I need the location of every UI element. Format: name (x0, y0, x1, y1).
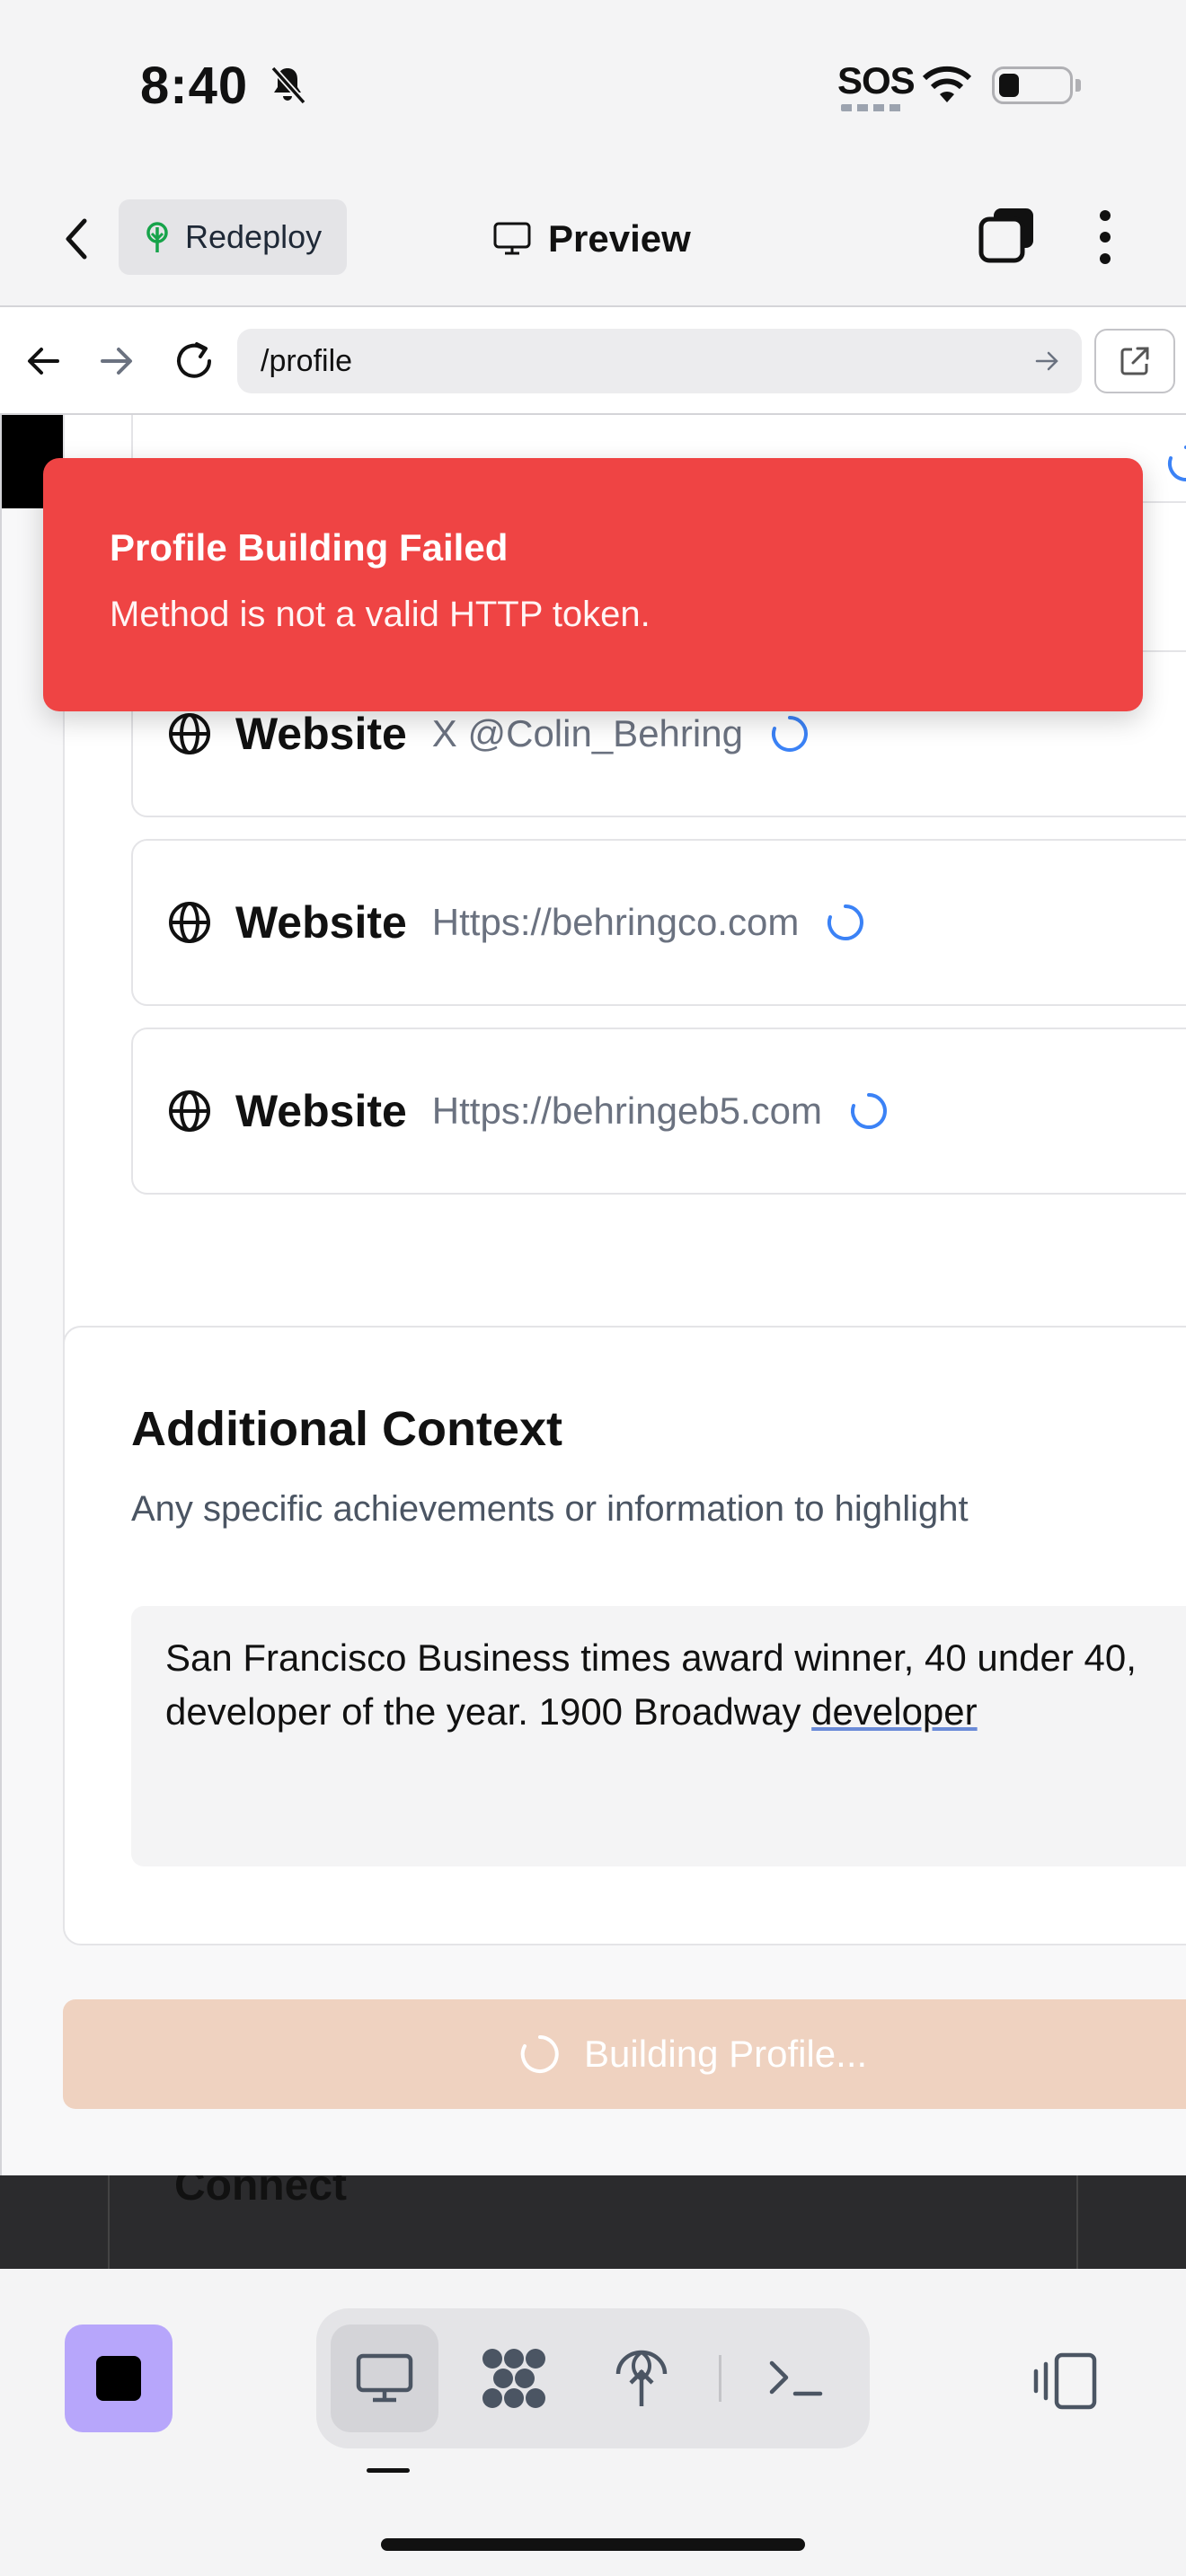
tabs-icon[interactable] (978, 205, 1037, 264)
terminal-icon (769, 2360, 823, 2396)
open-external-button[interactable] (1094, 329, 1175, 393)
home-indicator (381, 2538, 805, 2551)
battery-icon (992, 66, 1081, 104)
wifi-icon (922, 66, 972, 102)
segment-divider (719, 2355, 721, 2402)
error-toast[interactable]: Profile Building Failed Method is not a … (43, 458, 1143, 711)
deploy-view-button[interactable] (588, 2325, 695, 2432)
external-link-icon (1120, 347, 1149, 375)
status-time: 8:40 (140, 57, 249, 115)
website-value: X @Colin_Behring (431, 712, 743, 754)
kebab-menu-icon[interactable] (1084, 207, 1127, 268)
website-label: Website (235, 897, 407, 948)
url-text: /profile (261, 343, 353, 378)
spinner-icon (851, 1093, 887, 1129)
bottom-toolbar (0, 2269, 1186, 2576)
globe-icon (169, 902, 210, 943)
url-field[interactable]: /profile (237, 329, 1082, 393)
browser-forward-button[interactable] (90, 334, 144, 388)
tree-icon (146, 222, 168, 252)
website-row[interactable]: Website Https://behringco.com (131, 839, 1186, 1006)
redeploy-button[interactable]: Redeploy (119, 199, 347, 275)
website-value: Https://behringco.com (431, 901, 800, 943)
preview-view-button[interactable] (331, 2325, 438, 2432)
integrations-view-button[interactable] (460, 2325, 568, 2432)
deploy-icon (615, 2350, 668, 2406)
globe-icon (169, 1090, 210, 1132)
context-textarea[interactable]: San Francisco Business times award winne… (131, 1606, 1186, 1866)
panel-border (108, 2175, 110, 2269)
spinner-icon (1167, 446, 1186, 481)
spinner-icon (771, 716, 808, 752)
app-header: Redeploy Preview (0, 171, 1186, 305)
view-switcher (316, 2308, 870, 2448)
puzzle-icon (482, 2349, 545, 2408)
context-description: Any specific achievements or information… (131, 1489, 969, 1529)
preview-label: Preview (548, 217, 691, 260)
building-profile-button[interactable]: Building Profile... (63, 1999, 1186, 2109)
browser-back-button[interactable] (16, 334, 70, 388)
redeploy-label: Redeploy (185, 218, 323, 255)
spinner-icon (828, 904, 864, 940)
stop-button[interactable] (65, 2325, 173, 2432)
background-heading: Connect (174, 2175, 347, 2210)
context-text: San Francisco Business times award winne… (165, 1636, 1147, 1733)
layout-icon[interactable] (1031, 2351, 1100, 2411)
arrow-right-icon (101, 348, 132, 375)
back-button[interactable] (52, 212, 101, 266)
context-title: Additional Context (131, 1402, 562, 1456)
toast-title: Profile Building Failed (110, 526, 509, 569)
background-panel: Connect (0, 2175, 1186, 2269)
status-bar: 8:40 SOS (0, 0, 1186, 171)
stop-icon (96, 2356, 141, 2401)
arrow-left-icon (28, 348, 59, 375)
website-row[interactable]: Website Https://behringeb5.com (131, 1028, 1186, 1195)
terminal-view-button[interactable] (742, 2325, 850, 2432)
sos-indicator: SOS (837, 59, 916, 101)
chevron-left-icon (66, 218, 87, 260)
panel-border (1076, 2175, 1078, 2269)
browser-bar: /profile (0, 305, 1186, 415)
reload-button[interactable] (167, 334, 221, 388)
spinner-icon (520, 2035, 559, 2073)
building-profile-label: Building Profile... (584, 2033, 868, 2075)
reload-icon (177, 342, 211, 378)
context-text-underlined: developer (811, 1690, 978, 1733)
monitor-icon (493, 222, 531, 255)
preview-title: Preview (492, 212, 691, 266)
toast-message: Method is not a valid HTTP token. (110, 595, 651, 634)
website-label: Website (235, 709, 407, 759)
signal-dots (841, 104, 902, 111)
monitor-icon (356, 2353, 413, 2403)
go-arrow-icon[interactable] (1031, 345, 1064, 377)
globe-icon (169, 713, 210, 754)
active-tab-indicator (367, 2468, 410, 2473)
website-label: Website (235, 1086, 407, 1136)
website-value: Https://behringeb5.com (431, 1090, 823, 1132)
bell-slash-icon (270, 66, 306, 105)
